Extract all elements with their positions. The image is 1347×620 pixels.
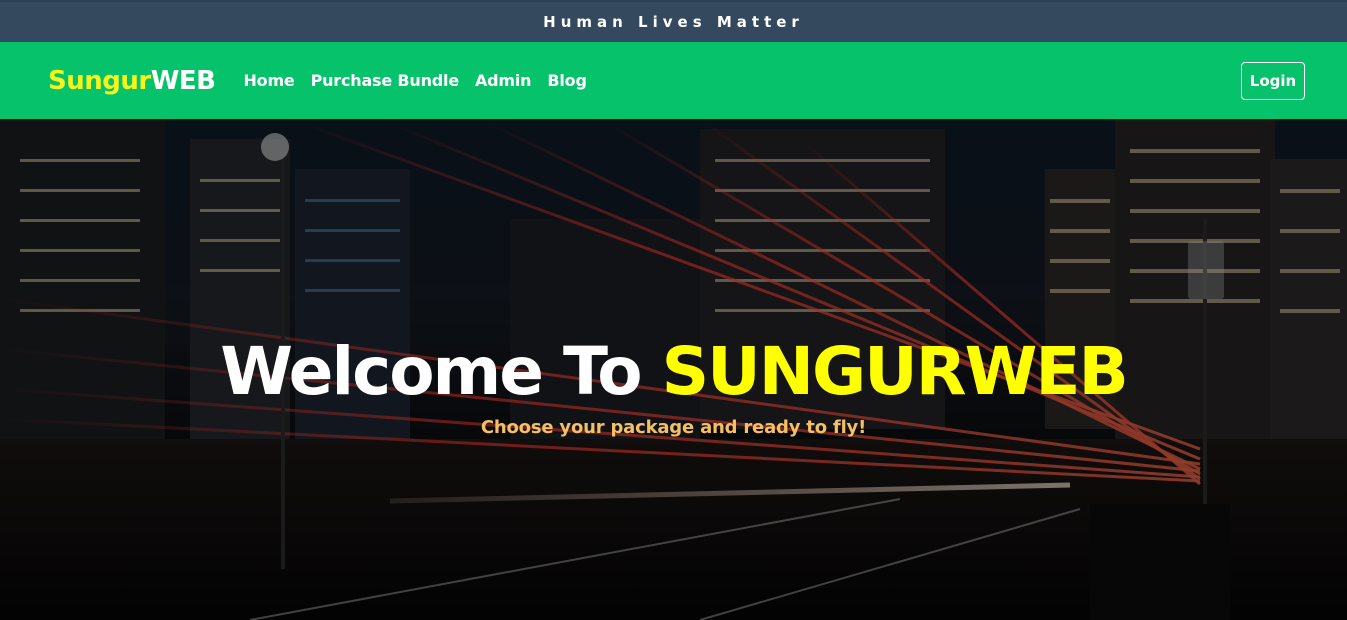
brand-logo[interactable]: SungurWEB [48,65,216,96]
nav-link-blog[interactable]: Blog [547,71,587,90]
brand-part1: Sungur [48,65,151,96]
hero-subtitle: Choose your package and ready to fly! [480,417,867,438]
announcement-text: Human Lives Matter [543,13,804,31]
navbar: SungurWEB Home Purchase Bundle Admin Blo… [0,42,1347,119]
hero-title: Welcome To SUNGURWEB [0,332,1347,412]
nav-link-home[interactable]: Home [243,71,294,90]
nav-link-purchase-bundle[interactable]: Purchase Bundle [311,71,460,90]
nav-links: Home Purchase Bundle Admin Blog [243,71,602,90]
hero-title-part2: SUNGURWEB [661,333,1129,410]
hero-section: Welcome To SUNGURWEB Choose your package… [0,119,1347,620]
hero-title-part1: Welcome To [220,333,662,410]
nav-link-admin[interactable]: Admin [475,71,532,90]
login-button[interactable]: Login [1241,61,1305,100]
announcement-bar: Human Lives Matter [0,0,1347,42]
brand-part2: WEB [150,65,216,96]
